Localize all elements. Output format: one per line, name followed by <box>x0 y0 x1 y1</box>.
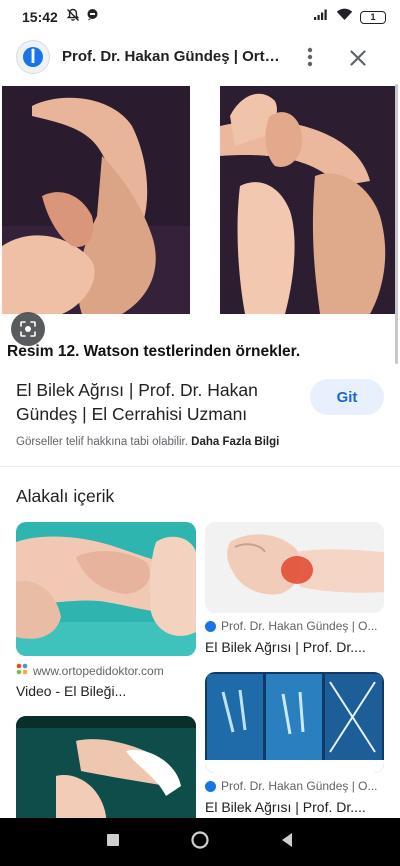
joomla-icon <box>16 663 28 678</box>
recent-apps-icon[interactable] <box>106 833 120 852</box>
home-icon[interactable] <box>191 830 209 854</box>
scrollbar[interactable] <box>395 84 398 364</box>
navigation-bar <box>0 818 400 866</box>
image-caption: Resim 12. Watson testlerinden örnekler. <box>7 343 301 360</box>
related-card-image-2[interactable] <box>205 522 384 613</box>
related-card-image-1[interactable] <box>16 522 196 656</box>
mute-icon <box>66 8 80 27</box>
watson-test-photo-left <box>2 86 190 314</box>
divider <box>0 466 400 467</box>
header-title: Prof. Dr. Hakan Gündeş | Ortop... <box>62 48 282 65</box>
status-bar: 15:42 1 <box>0 0 400 34</box>
battery-level: 1 <box>370 11 376 22</box>
status-time: 15:42 <box>22 9 58 25</box>
related-card-image-4[interactable] <box>16 716 196 826</box>
header-bar: Prof. Dr. Hakan Gündeş | Ortop... <box>0 34 400 82</box>
related-card-source-text-2: Prof. Dr. Hakan Gündeş | O... <box>221 619 378 633</box>
related-card-title-3[interactable]: El Bilek Ağrısı | Prof. Dr.... <box>205 799 366 815</box>
more-vert-icon[interactable] <box>298 44 322 70</box>
more-info-link[interactable]: Daha Fazla Bilgi <box>191 436 279 448</box>
wifi-icon <box>336 8 353 26</box>
copyright-notice: Görseller telif hakkına tabi olabilir. D… <box>16 436 279 448</box>
lens-icon[interactable] <box>11 312 45 346</box>
related-card-title-1[interactable]: Video - El Bileği... <box>16 683 126 699</box>
related-card-source-3: Prof. Dr. Hakan Gündeş | O... <box>205 779 378 793</box>
related-card-image-3[interactable] <box>205 672 384 773</box>
go-button[interactable]: Git <box>310 379 384 415</box>
battery-icon: 1 <box>360 10 386 24</box>
related-card-source-1: www.ortopedidoktor.com <box>16 663 164 678</box>
related-card-source-2: Prof. Dr. Hakan Gündeş | O... <box>205 619 378 633</box>
related-card-source-text-3: Prof. Dr. Hakan Gündeş | O... <box>221 779 378 793</box>
close-icon[interactable] <box>344 44 372 72</box>
related-heading: Alakalı içerik <box>16 486 115 506</box>
result-title[interactable]: El Bilek Ağrısı | Prof. Dr. Hakan Gündeş… <box>16 378 296 426</box>
watson-test-photo-right <box>220 86 398 314</box>
back-icon[interactable] <box>280 832 294 853</box>
copyright-text: Görseller telif hakkına tabi olabilir. <box>16 436 188 448</box>
site-logo-icon <box>205 780 216 792</box>
signal-icon <box>313 8 329 26</box>
site-logo-icon[interactable] <box>16 40 50 74</box>
related-card-source-text-1: www.ortopedidoktor.com <box>33 663 164 678</box>
main-image[interactable]: Resim 12. Watson testlerinden örnekler. <box>0 84 400 368</box>
site-logo-icon <box>205 620 216 632</box>
chat-icon <box>86 8 99 26</box>
related-card-title-2[interactable]: El Bilek Ağrısı | Prof. Dr.... <box>205 639 366 655</box>
